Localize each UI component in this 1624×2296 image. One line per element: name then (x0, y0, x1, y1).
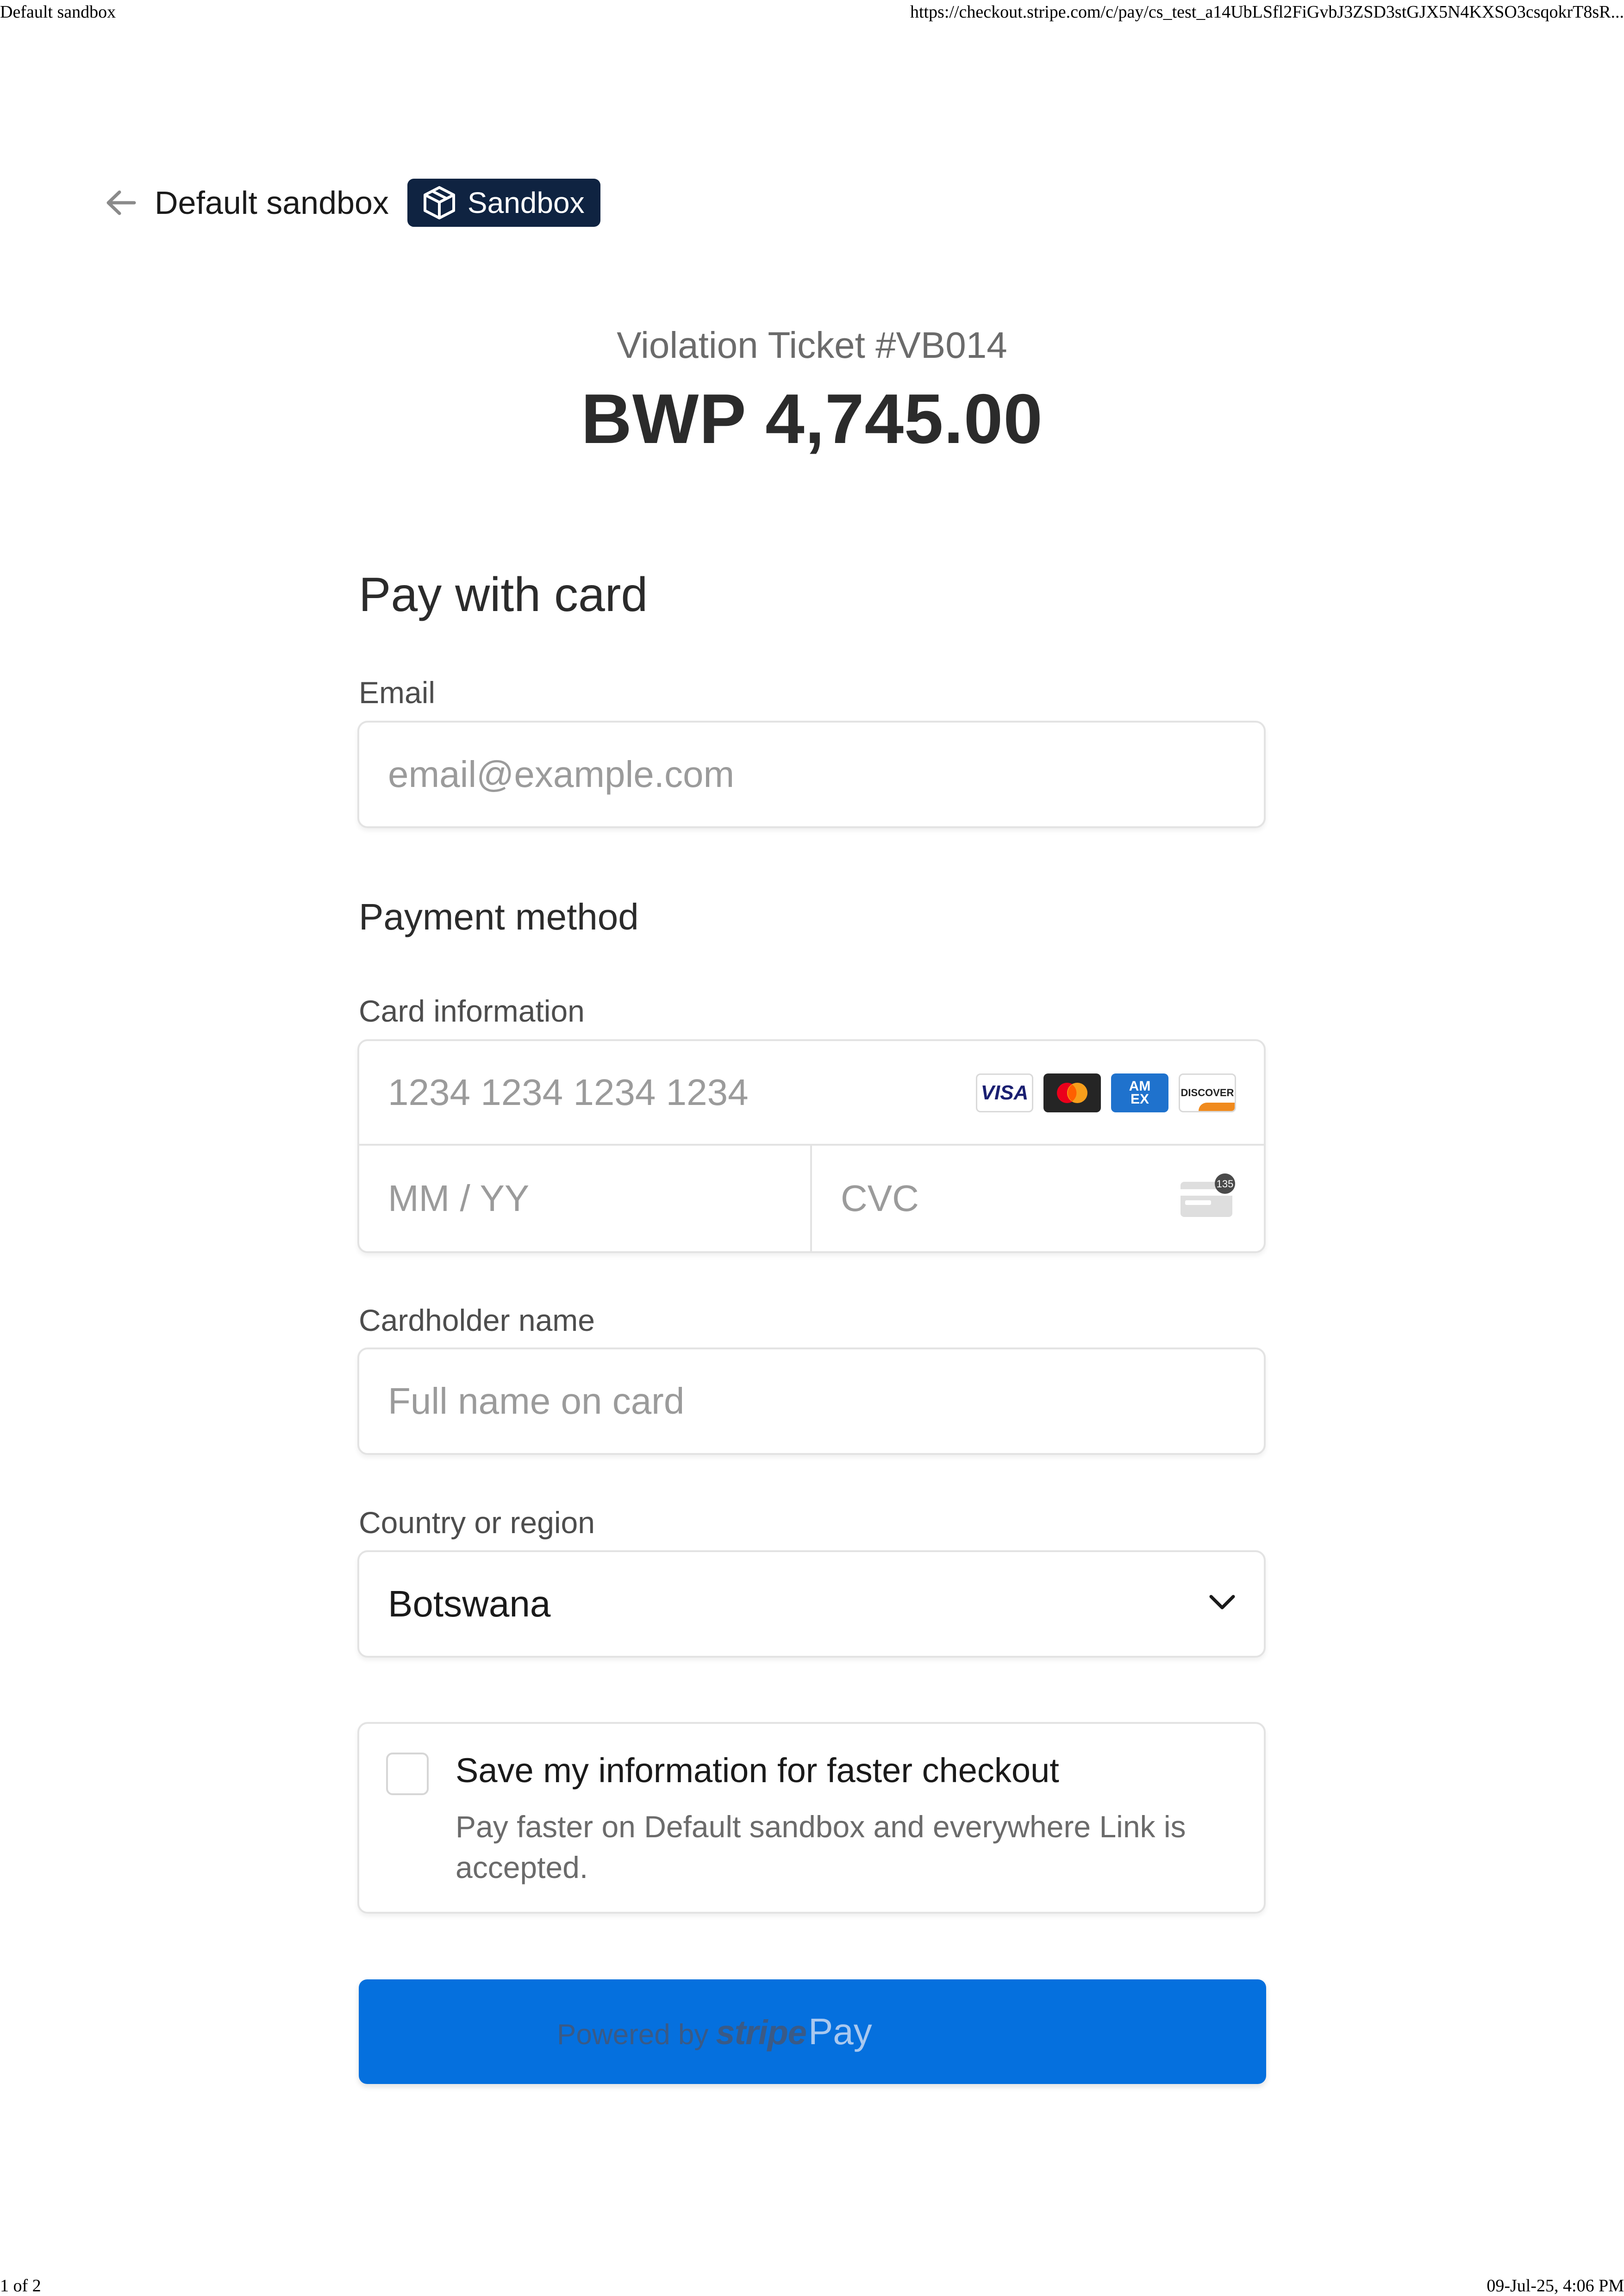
expiry-field[interactable]: MM / YY (359, 1146, 812, 1251)
print-page-number: 1 of 2 (0, 2276, 41, 2296)
payment-method-heading: Payment method (359, 896, 639, 937)
print-page-url: https://checkout.stripe.com/c/pay/cs_tes… (910, 2, 1624, 22)
merchant-header: Default sandbox Sandbox (105, 177, 600, 228)
powered-by-label: Powered by (557, 2019, 709, 2051)
sandbox-badge-label: Sandbox (467, 186, 585, 219)
link-save-panel: Save my information for faster checkout … (357, 1722, 1266, 1914)
expiry-placeholder: MM / YY (388, 1178, 530, 1219)
cube-icon (423, 186, 455, 219)
discover-icon: DISCOVER (1179, 1073, 1236, 1112)
pay-with-card-heading: Pay with card (359, 568, 648, 622)
cvc-placeholder: CVC (841, 1178, 919, 1219)
email-placeholder: email@example.com (388, 754, 735, 795)
pay-button-label: Pay (808, 2011, 872, 2052)
save-info-title[interactable]: Save my information for faster checkout (456, 1751, 1059, 1790)
print-date: 09-Jul-25, 4:06 PM (1487, 2276, 1624, 2296)
back-arrow-icon[interactable] (105, 187, 137, 219)
product-name: Violation Ticket #VB014 (617, 324, 1007, 366)
print-page-title: Default sandbox (0, 2, 116, 22)
pay-button[interactable]: Powered by stripe Pay (359, 1979, 1266, 2084)
cvc-field[interactable]: CVC 135 (812, 1146, 1264, 1251)
email-label: Email (359, 675, 436, 710)
mastercard-icon (1043, 1073, 1101, 1112)
card-brands: VISA AM EX DISCOVER (976, 1073, 1236, 1112)
country-selected-value: Botswana (388, 1583, 551, 1624)
card-number-field[interactable]: 1234 1234 1234 1234 VISA AM EX DISCOVER (359, 1041, 1264, 1146)
email-field[interactable]: email@example.com (357, 721, 1266, 828)
sandbox-badge: Sandbox (407, 179, 600, 227)
amex-icon: AM EX (1111, 1073, 1168, 1112)
card-information-group: 1234 1234 1234 1234 VISA AM EX DISCOVER (357, 1039, 1266, 1253)
card-number-placeholder: 1234 1234 1234 1234 (388, 1072, 749, 1113)
cardholder-name-field[interactable]: Full name on card (357, 1348, 1266, 1455)
country-select[interactable]: Botswana (357, 1550, 1266, 1658)
cardholder-name-label: Cardholder name (359, 1303, 595, 1337)
save-info-description: Pay faster on Default sandbox and everyw… (456, 1809, 1186, 1884)
svg-text:135: 135 (1217, 1178, 1234, 1190)
card-information-label: Card information (359, 994, 585, 1028)
save-info-checkbox[interactable] (386, 1753, 429, 1795)
chevron-down-icon (1209, 1595, 1235, 1610)
cardholder-name-placeholder: Full name on card (388, 1380, 685, 1422)
cvc-card-icon: 135 (1181, 1173, 1235, 1217)
visa-icon: VISA (976, 1073, 1033, 1112)
stripe-logo: stripe (716, 2013, 807, 2052)
product-amount: BWP 4,745.00 (581, 380, 1043, 458)
country-label: Country or region (359, 1505, 595, 1540)
merchant-name-link[interactable]: Default sandbox (155, 184, 389, 221)
